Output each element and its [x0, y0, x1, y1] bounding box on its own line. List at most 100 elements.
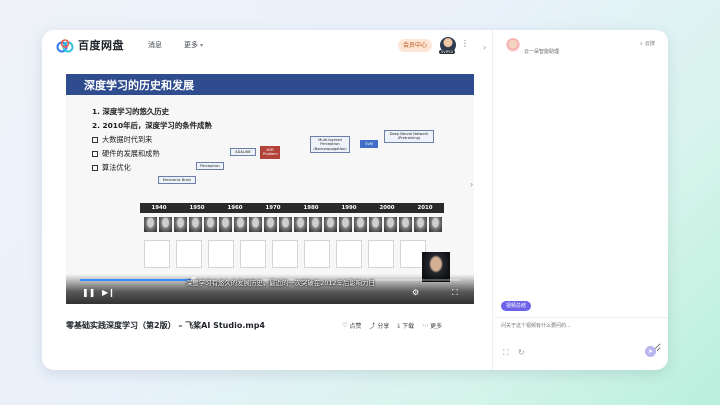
more-label: 更多 — [430, 323, 443, 330]
like-button[interactable]: ♡ 点赞 — [342, 321, 361, 330]
vip-badge: SVIP10 — [439, 50, 456, 54]
year-label: 1970 — [265, 205, 281, 211]
portrait-image — [159, 217, 172, 232]
checkbox-icon — [92, 151, 98, 157]
nav-more[interactable]: 更多 ▾ — [184, 40, 203, 50]
portrait-image — [369, 217, 382, 232]
network-diagram — [336, 240, 362, 268]
timeline-label: Perceptron — [196, 162, 224, 171]
timeline-label: Electronic Brain — [158, 176, 196, 185]
chevron-right-icon[interactable]: › — [470, 180, 473, 189]
more-menu-icon[interactable]: ⋮ — [461, 39, 469, 48]
crop-icon[interactable]: ⛶ — [503, 348, 509, 358]
more-button[interactable]: ⋯ 更多 — [422, 321, 442, 330]
network-diagram — [272, 240, 298, 268]
slide-frame: 深度学习的历史和发展 1. 深度学习的悠久历史 2. 2010年后，深度学习的条… — [66, 74, 474, 304]
sidebar-search-button[interactable]: ⌕ 云搜 — [640, 40, 655, 48]
assistant-name: 云一朵智能助理 — [524, 49, 560, 55]
download-button[interactable]: ⤓ 下载 — [397, 321, 415, 331]
timeline-years: 1940 1950 1960 1970 1980 1990 2000 2010 — [140, 203, 444, 213]
portrait-image — [399, 217, 412, 232]
slide-bullet-2: 硬件的发展和成熟 — [92, 149, 160, 159]
researcher-portraits — [144, 217, 442, 232]
network-diagrams — [144, 240, 426, 268]
network-diagram — [144, 240, 170, 268]
portrait-image — [324, 217, 337, 232]
share-icon: ⤴ — [369, 323, 376, 330]
year-label: 1950 — [189, 205, 205, 211]
video-actions: ♡ 点赞 ⤴ 分享 ⤓ 下载 ⋯ 更多 — [342, 321, 442, 331]
slide-title: 深度学习的历史和发展 — [66, 74, 474, 95]
share-label: 分享 — [377, 323, 390, 330]
search-icon: ⌕ — [640, 40, 643, 47]
app-logo[interactable]: 百度网盘 — [56, 37, 124, 53]
checkbox-icon — [92, 137, 98, 143]
portrait-image — [234, 217, 247, 232]
year-label: 1990 — [341, 205, 357, 211]
network-diagram — [240, 240, 266, 268]
next-icon[interactable]: ▶❙ — [102, 288, 115, 297]
timeline-label: XOR Problem — [260, 146, 280, 159]
slide-bullet-3: 算法优化 — [92, 163, 131, 173]
portrait-image — [429, 217, 442, 232]
collapse-chevron-icon[interactable]: › — [483, 43, 486, 52]
sidebar-divider — [492, 30, 493, 370]
video-player[interactable]: 深度学习的历史和发展 1. 深度学习的悠久历史 2. 2010年后，深度学习的条… — [66, 74, 474, 304]
bullet-text: 大数据时代到来 — [102, 135, 153, 144]
bullet-text: 硬件的发展和成熟 — [102, 149, 160, 158]
bullet-text: 算法优化 — [102, 163, 131, 172]
portrait-image — [174, 217, 187, 232]
portrait-image — [309, 217, 322, 232]
portrait-image — [144, 217, 157, 232]
portrait-image — [384, 217, 397, 232]
year-label: 2000 — [379, 205, 395, 211]
checkbox-icon — [92, 165, 98, 171]
more-icon: ⋯ — [422, 322, 429, 329]
timeline-label: SVM — [360, 140, 378, 149]
slide-point-2: 2. 2010年后，深度学习的条件成熟 — [92, 121, 212, 130]
heart-icon: ♡ — [342, 322, 348, 329]
network-diagram — [176, 240, 202, 268]
video-title: 零基础实践深度学习（第2版） – 飞桨AI Studio.mp4 — [66, 321, 266, 330]
portrait-image — [414, 217, 427, 232]
video-summary-button[interactable]: 视频总结 — [501, 301, 532, 311]
refresh-icon[interactable]: ↻ — [518, 348, 525, 357]
like-label: 点赞 — [349, 323, 362, 330]
timeline-label: Deep Neural Network (Pretraining) — [384, 130, 434, 143]
portrait-image — [204, 217, 217, 232]
portrait-image — [249, 217, 262, 232]
search-label: 云搜 — [644, 41, 655, 47]
timeline-label: Multi-layered Perceptron (Backpropagatio… — [310, 136, 350, 153]
nav-messages[interactable]: 消息 — [148, 40, 162, 50]
pause-icon[interactable]: ❚❚ — [82, 288, 95, 297]
slide-point-1: 1. 深度学习的悠久历史 — [92, 107, 170, 116]
portrait-image — [339, 217, 352, 232]
year-label: 1940 — [151, 205, 167, 211]
timeline-label: ADALINE — [230, 148, 256, 157]
chevron-down-icon: ▾ — [200, 42, 204, 49]
network-diagram — [208, 240, 234, 268]
input-divider — [494, 317, 668, 318]
app-name: 百度网盘 — [78, 39, 124, 52]
fullscreen-icon[interactable]: ⛶ — [452, 288, 458, 298]
slide-bullet-1: 大数据时代到来 — [92, 135, 152, 145]
progress-fill — [80, 279, 194, 281]
portrait-image — [219, 217, 232, 232]
settings-icon[interactable]: ⚙ — [412, 288, 419, 297]
year-label: 2010 — [417, 205, 433, 211]
portrait-image — [294, 217, 307, 232]
portrait-image — [189, 217, 202, 232]
chat-input[interactable] — [501, 322, 661, 352]
member-center-button[interactable]: 会员中心 — [398, 39, 433, 52]
portrait-image — [354, 217, 367, 232]
network-diagram — [368, 240, 394, 268]
send-icon[interactable]: ➤ — [645, 346, 656, 357]
share-button[interactable]: ⤴ 分享 — [369, 321, 389, 330]
app-window: 百度网盘 消息 更多 ▾ 会员中心 SVIP10 ⋮ 深度学习的历史和发展 1. … — [42, 30, 668, 370]
network-diagram — [304, 240, 330, 268]
year-label: 1960 — [227, 205, 243, 211]
video-subtitle: 深度学习有悠久的发展历史，最近的一次突破在2012年后影响力日 — [186, 279, 375, 287]
portrait-image — [264, 217, 277, 232]
nav-more-label: 更多 — [184, 41, 198, 49]
download-label: 下载 — [402, 323, 415, 330]
